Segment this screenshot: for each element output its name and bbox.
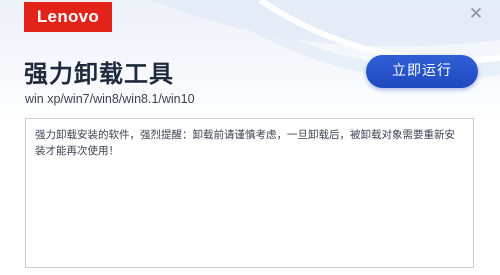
run-now-button[interactable]: 立即运行 bbox=[366, 55, 478, 88]
info-message: 强力卸载安装的软件，强烈提醒：卸载前请谨慎考虑，一旦卸载后，被卸载对象需要重新安… bbox=[35, 129, 455, 157]
uninstaller-window: Lenovo ✕ 强力卸载工具 win xp/win7/win8/win8.1/… bbox=[0, 0, 500, 275]
lenovo-logo: Lenovo bbox=[24, 2, 112, 32]
close-icon[interactable]: ✕ bbox=[466, 4, 486, 24]
page-title: 强力卸载工具 bbox=[24, 60, 174, 88]
info-text-box[interactable]: 强力卸载安装的软件，强烈提醒：卸载前请谨慎考虑，一旦卸载后，被卸载对象需要重新安… bbox=[25, 118, 474, 268]
supported-os-label: win xp/win7/win8/win8.1/win10 bbox=[25, 92, 195, 106]
